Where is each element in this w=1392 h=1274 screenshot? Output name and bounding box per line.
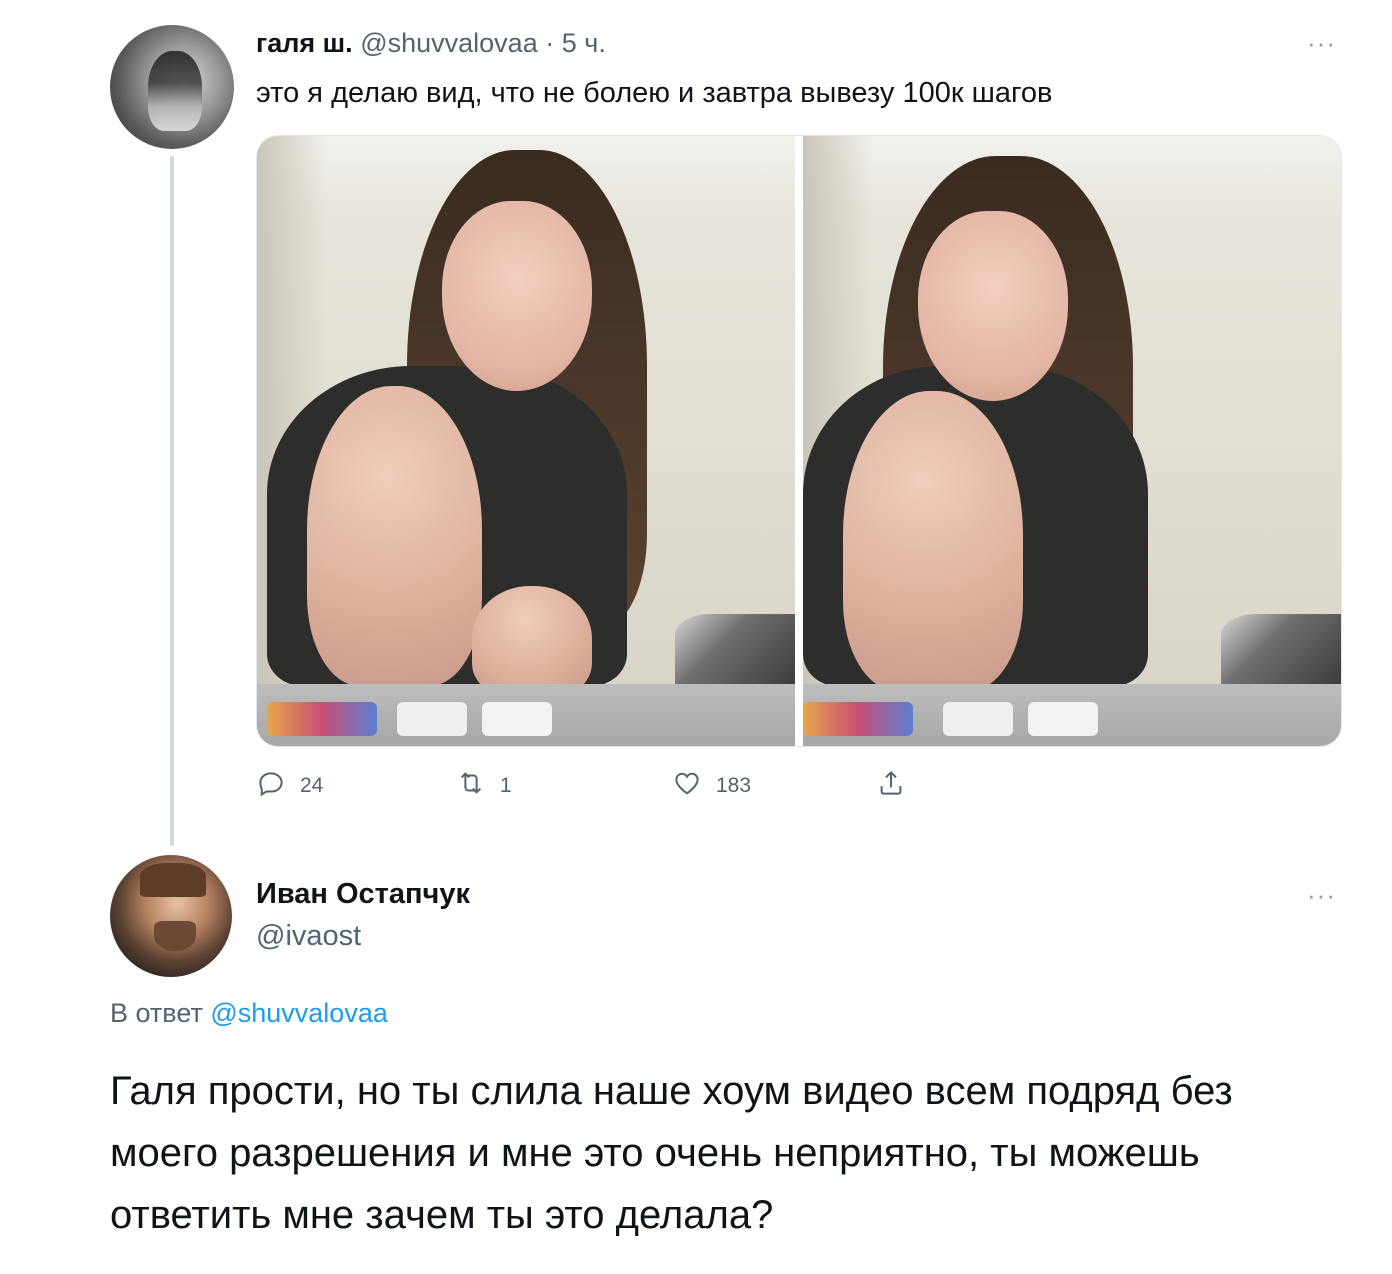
tweet-actions: 24 1 183 bbox=[256, 768, 956, 804]
reply-prefix: В ответ bbox=[110, 998, 203, 1028]
retweet-count: 1 bbox=[500, 774, 512, 797]
more-options-icon[interactable]: ··· bbox=[1307, 880, 1336, 911]
like-count: 183 bbox=[716, 774, 752, 797]
tweet-text: Галя прости, но ты слила наше хоум видео… bbox=[110, 1069, 1233, 1237]
display-name[interactable]: галя ш. bbox=[256, 28, 353, 58]
reply-tweet: Иван Остапчук @ivaost ··· В ответ @shuvv… bbox=[0, 850, 1392, 1274]
tweet-text: это я делаю вид, что не болею и завтра в… bbox=[256, 77, 1053, 109]
avatar[interactable] bbox=[110, 855, 232, 977]
thread-line bbox=[170, 156, 174, 846]
handle[interactable]: @shuvvalovaa bbox=[360, 28, 538, 58]
more-options-icon[interactable]: ··· bbox=[1307, 28, 1336, 59]
photo-1[interactable] bbox=[257, 136, 795, 746]
reply-icon bbox=[256, 768, 286, 804]
reply-context: В ответ @shuvvalovaa bbox=[110, 998, 388, 1029]
share-button[interactable] bbox=[876, 768, 906, 804]
separator: · bbox=[545, 28, 555, 58]
media-grid bbox=[256, 135, 1342, 747]
reply-count: 24 bbox=[300, 774, 324, 797]
photo-2[interactable] bbox=[803, 136, 1341, 746]
reply-button[interactable]: 24 bbox=[256, 768, 323, 804]
display-name[interactable]: Иван Остапчук bbox=[256, 878, 470, 911]
retweet-icon bbox=[456, 768, 486, 804]
retweet-button[interactable]: 1 bbox=[456, 768, 512, 804]
handle[interactable]: @ivaost bbox=[256, 920, 361, 953]
tweet-header: галя ш. @shuvvalovaa · 5 ч. bbox=[256, 26, 606, 60]
parent-tweet: галя ш. @shuvvalovaa · 5 ч. ··· это я де… bbox=[0, 0, 1392, 850]
reply-to-handle-link[interactable]: @shuvvalovaa bbox=[210, 998, 388, 1028]
timestamp[interactable]: 5 ч. bbox=[562, 28, 606, 58]
like-button[interactable]: 183 bbox=[672, 768, 751, 804]
heart-icon bbox=[672, 768, 702, 804]
share-icon bbox=[876, 768, 906, 804]
avatar[interactable] bbox=[110, 25, 234, 149]
